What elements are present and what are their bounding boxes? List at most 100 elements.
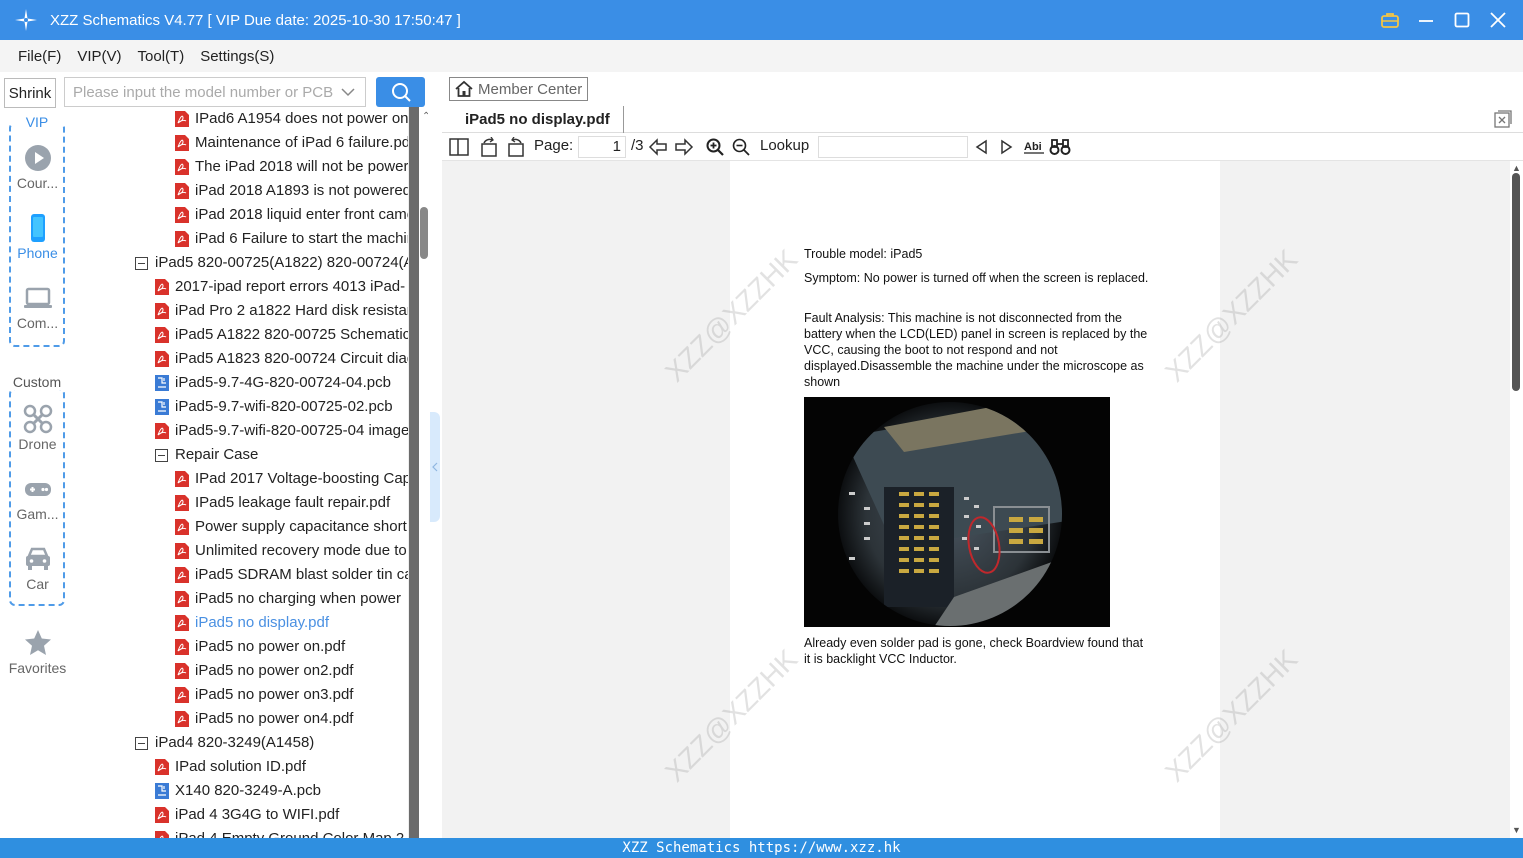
tree-file[interactable]: iPad5 no power on.pdf xyxy=(175,635,345,659)
tree-file[interactable]: The iPad 2018 will not be powered on.pdf xyxy=(175,155,408,179)
tree-file[interactable]: iPad5 A1822 820-00725 Schematic xyxy=(155,323,408,347)
tree-file[interactable]: iPad 4 3G4G to WIFI.pdf xyxy=(155,803,339,827)
tree-scrollbar[interactable]: ⌃ xyxy=(408,107,430,838)
collapse-icon[interactable] xyxy=(155,448,168,462)
match-case-icon[interactable]: Abi xyxy=(1023,135,1045,159)
tree-file[interactable]: IPad 2017 Voltage-boosting Capacitor xyxy=(175,467,408,491)
menu-tool[interactable]: Tool(T) xyxy=(130,48,193,65)
tree-file[interactable]: iPad5 no power on4.pdf xyxy=(175,707,353,731)
nav-games-label: Gam... xyxy=(16,506,59,522)
search-button[interactable] xyxy=(376,77,425,107)
collapse-icon[interactable] xyxy=(135,736,148,750)
sidebar-toggle-icon[interactable] xyxy=(448,135,470,159)
tree-file[interactable]: Unlimited recovery mode due to xyxy=(175,539,407,563)
tree-file[interactable]: iPad5-9.7-wifi-820-00725-04 image xyxy=(155,419,408,443)
tree-file[interactable]: iPad5 A1823 820-00724 Circuit diagram xyxy=(155,347,408,371)
tree-item-label: IPad solution ID.pdf xyxy=(175,758,306,775)
tree-file[interactable]: 2017-ipad report errors 4013 iPad- xyxy=(155,275,405,299)
find-next-icon[interactable] xyxy=(998,135,1016,159)
tree-folder[interactable]: iPad5 820-00725(A1822) 820-00724(A1823) xyxy=(135,251,408,275)
menu-file[interactable]: File(F) xyxy=(10,48,69,65)
rotate-right-icon[interactable] xyxy=(505,135,527,159)
scroll-down-arrow-icon[interactable]: ▼ xyxy=(1512,825,1521,835)
tree-file[interactable]: Power supply capacitance short xyxy=(175,515,407,539)
nav-computer[interactable]: Com... xyxy=(0,283,75,331)
briefcase-icon[interactable] xyxy=(1379,9,1401,31)
collapse-handle[interactable] xyxy=(430,412,440,522)
pdf-icon xyxy=(175,639,189,655)
member-center-button[interactable]: Member Center xyxy=(449,77,588,101)
page-number-input[interactable]: 1 xyxy=(578,136,626,158)
nav-favorites[interactable]: Favorites xyxy=(0,628,75,676)
collapse-icon[interactable] xyxy=(135,256,148,270)
maximize-button[interactable] xyxy=(1451,9,1473,31)
pane-splitter[interactable] xyxy=(428,72,442,838)
tree-file[interactable]: IPad6 A1954 does not power on.pdf xyxy=(175,107,408,131)
nav-courses[interactable]: Cour... xyxy=(0,143,75,191)
tree-folder[interactable]: Repair Case xyxy=(155,443,258,467)
tree-file[interactable]: iPad5 no charging when power xyxy=(175,587,401,611)
tree-item-label: iPad5 no display.pdf xyxy=(195,614,329,631)
tree-file[interactable]: iPad5-9.7-4G-820-00724-04.pcb xyxy=(155,371,391,395)
zoom-in-icon[interactable] xyxy=(705,135,725,159)
tree-file[interactable]: IPad5 leakage fault repair.pdf xyxy=(175,491,390,515)
tree-folder[interactable]: iPad4 820-3249(A1458) xyxy=(135,731,314,755)
tree-item-label: iPad5 A1822 820-00725 Schematic xyxy=(175,326,408,343)
tree-file[interactable]: iPad5 no power on3.pdf xyxy=(175,683,353,707)
nav-phone[interactable]: Phone xyxy=(0,213,75,261)
status-bar: XZZ Schematics https://www.xzz.hk xyxy=(0,838,1523,858)
zoom-out-icon[interactable] xyxy=(731,135,751,159)
viewer-scroll-thumb[interactable] xyxy=(1512,173,1520,391)
next-page-icon[interactable] xyxy=(673,135,695,159)
tree-scroll-thumb[interactable] xyxy=(420,207,428,259)
shrink-button[interactable]: Shrink xyxy=(4,78,56,108)
nav-car[interactable]: Car xyxy=(0,544,75,592)
close-tab-icon[interactable] xyxy=(1494,110,1512,128)
window-title: XZZ Schematics V4.77 [ VIP Due date: 202… xyxy=(50,11,461,29)
tree-file[interactable]: iPad 6 Failure to start the machine.pdf xyxy=(175,227,408,251)
chevron-down-icon[interactable] xyxy=(341,87,355,97)
binoculars-icon[interactable] xyxy=(1049,135,1071,159)
prev-page-icon[interactable] xyxy=(647,135,669,159)
pdf-icon xyxy=(175,159,189,175)
tree-item-label: iPad5 no power on4.pdf xyxy=(195,710,354,727)
rotate-left-icon[interactable] xyxy=(478,135,500,159)
tree-file[interactable]: X140 820-3249-A.pcb xyxy=(155,779,321,803)
viewer-scrollbar[interactable]: ▲ ▼ xyxy=(1510,161,1523,838)
tab-document[interactable]: iPad5 no display.pdf xyxy=(452,106,624,133)
tree-file[interactable]: iPad5 no power on2.pdf xyxy=(175,659,353,683)
model-search xyxy=(64,77,366,107)
find-prev-icon[interactable] xyxy=(972,135,990,159)
pdf-icon xyxy=(155,351,169,367)
tree-item-label: iPad 2018 A1893 is not powered on.pdf xyxy=(195,182,408,199)
tree-file[interactable]: IPad solution ID.pdf xyxy=(155,755,306,779)
tree-file[interactable]: iPad 2018 A1893 is not powered on.pdf xyxy=(175,179,408,203)
home-icon xyxy=(455,80,473,97)
play-icon xyxy=(24,145,51,171)
tree-file[interactable]: iPad Pro 2 a1822 Hard disk resistance xyxy=(155,299,408,323)
lookup-input[interactable] xyxy=(818,136,968,158)
search-input[interactable] xyxy=(65,79,341,105)
tree-file[interactable]: iPad 2018 liquid enter front camera.pdf xyxy=(175,203,408,227)
tree-file[interactable]: iPad 4 Empty Ground Color Map 2 xyxy=(155,827,404,838)
tree-item-label: iPad Pro 2 a1822 Hard disk resistance xyxy=(175,302,408,319)
nav-drone[interactable]: Drone xyxy=(0,404,75,452)
tree-file[interactable]: Maintenance of iPad 6 failure.pdf xyxy=(175,131,408,155)
svg-text:Abi: Abi xyxy=(1024,141,1042,153)
tree-file[interactable]: iPad5 no display.pdf xyxy=(175,611,329,635)
menu-settings[interactable]: Settings(S) xyxy=(192,48,282,65)
pdf-icon xyxy=(175,567,189,583)
tree-file[interactable]: iPad5-9.7-wifi-820-00725-02.pcb xyxy=(155,395,393,419)
minimize-button[interactable] xyxy=(1415,9,1437,31)
scroll-up-arrow-icon[interactable]: ▲ xyxy=(1512,163,1521,173)
tree-file[interactable]: iPad5 SDRAM blast solder tin can xyxy=(175,563,408,587)
pcb-icon xyxy=(155,399,169,415)
tree-item-label: 2017-ipad report errors 4013 iPad- xyxy=(175,278,406,295)
pdf-icon xyxy=(175,615,189,631)
nav-games[interactable]: Gam... xyxy=(0,474,75,522)
menu-vip[interactable]: VIP(V) xyxy=(69,48,129,65)
app-logo-icon xyxy=(15,9,37,31)
nav-phone-label: Phone xyxy=(17,245,58,261)
close-button[interactable] xyxy=(1487,9,1509,31)
pdf-icon xyxy=(155,327,169,343)
